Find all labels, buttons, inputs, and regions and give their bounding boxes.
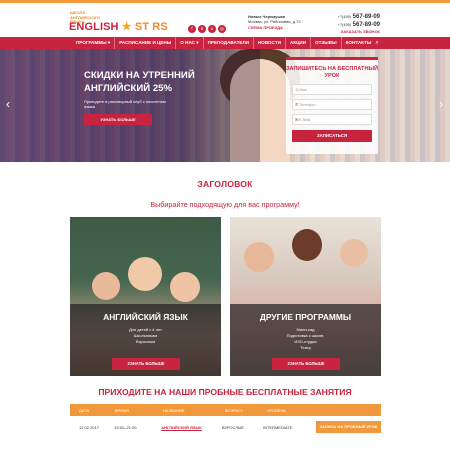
signup-submit-button[interactable]: ЗАПИСАТЬСЯ [292,130,372,142]
odnoklassniki-icon[interactable]: о [208,25,216,33]
programs-subheading: Выбирайте подходящую для вас программу! [150,200,300,209]
nav-item-programs[interactable]: ПРОГРАММЫ ▾ [72,37,116,49]
mail-icon: ✉ [295,117,299,122]
card-description: Мини-сад Подготовка к школе, ИЗО-студия … [286,327,325,350]
address-block: Новые Черемушки Москва, ул. Рябиновая, д… [248,14,301,30]
main-nav: ПРОГРАММЫ ▾ РАСПИСАНИЕ И ЦЕНЫ О НАС ▾ ПР… [0,37,450,49]
nav-item-promotions[interactable]: АКЦИИ [286,37,312,49]
hero-more-button[interactable]: УЗНАТЬ БОЛЬШЕ [84,114,152,125]
instagram-icon[interactable]: ◎ [218,25,226,33]
column-header: ВРЕМЯ [115,407,130,413]
route-scheme-link[interactable]: СХЕМА ПРОЕЗДА [248,25,301,30]
trial-schedule-table: ДАТА ВРЕМЯ НАЗВАНИЕ ВОЗРАСТ УРОВЕНЬ 12.0… [70,404,381,438]
vk-icon[interactable]: в [198,25,206,33]
child-photo [92,272,120,300]
child-photo [170,272,200,302]
trial-heading: ПРИХОДИТЕ НА НАШИ ПРОБНЫЕ БЕСПЛАТНЫЕ ЗАН… [98,387,352,397]
nav-item-reviews[interactable]: ОТЗЫВЫ [311,37,342,49]
user-icon: ☺ [295,87,300,92]
cell-time: 19:00–21:00 [114,424,137,430]
card-more-button[interactable]: УЗНАТЬ БОЛЬШЕ [272,358,340,370]
phone-icon: ✆ [295,102,299,107]
table-header: ДАТА ВРЕМЯ НАЗВАНИЕ ВОЗРАСТ УРОВЕНЬ [70,404,381,416]
trial-signup-button[interactable]: ЗАПИСЬ НА ПРОБНЫЙ УРОК [315,421,381,433]
signup-form-title: ЗАПИШИТЕСЬ НА БЕСПЛАТНЫЙ УРОК [286,66,378,79]
card-title: АНГЛИЙСКИЙ ЯЗЫК [103,312,188,322]
program-card-other[interactable]: ДРУГИЕ ПРОГРАММЫ Мини-сад Подготовка к ш… [230,217,381,376]
logo-stars: ST RS [134,21,168,33]
star-icon: ★ [121,21,132,33]
section-heading: ЗАГОЛОВОК [197,179,253,189]
column-header: ДАТА [79,407,90,413]
hero-banner: СКИДКИ НА УТРЕННИЙ АНГЛИЙСКИЙ 25% Приход… [0,49,450,162]
phone-1[interactable]: +7(495) 567-89-09 [338,13,380,21]
name-field[interactable]: ☺ Имя [292,84,372,95]
card-description: Для детей с 4 лет Школьникам Взрослым [129,327,162,344]
nav-item-news[interactable]: НОВОСТИ [254,37,286,49]
phone-field[interactable]: ✆ Телефон [292,99,372,110]
phone-2[interactable]: +7(495) 567-89-09 [338,21,380,29]
nav-item-schedule[interactable]: РАСПИСАНИЕ И ЦЕНЫ [115,37,177,49]
facebook-icon[interactable]: f [188,25,196,33]
nav-item-teachers[interactable]: ПРЕПОДАВАТЕЛИ [204,37,254,49]
phones-block: +7(495) 567-89-09 +7(495) 567-89-09 ЗАКА… [338,13,380,35]
child-photo [340,239,368,267]
cell-age: ВЗРОСЛЫЕ [221,424,245,430]
column-header: ВОЗРАСТ [225,407,244,413]
hero-title: СКИДКИ НА УТРЕННИЙ АНГЛИЙСКИЙ 25% [84,70,195,94]
search-icon[interactable]: ⌕ [375,40,378,47]
cell-course-link[interactable]: АНГЛИЙСКИЙ ЯЗЫК [152,425,213,430]
hero-subtitle: Приходите в разговорный клуб с носителем… [84,99,166,109]
logo[interactable]: ENGLISH ★ ST RS [69,20,168,33]
cell-level: INTERMEDIATE [262,424,293,430]
child-photo [244,242,274,272]
card-title: ДРУГИЕ ПРОГРАММЫ [259,312,352,322]
program-cards: АНГЛИЙСКИЙ ЯЗЫК Для детей с 4 лет Школьн… [0,217,450,383]
signup-form: ЗАПИШИТЕСЬ НА БЕСПЛАТНЫЙ УРОК ☺ Имя ✆ Теле… [286,57,378,154]
column-header: НАЗВАНИЕ [163,407,185,413]
email-field[interactable]: ✉ E-Mail [292,114,372,125]
callback-link[interactable]: ЗАКАЗАТЬ ЗВОНОК [338,29,380,35]
slider-prev-icon[interactable]: ‹ [6,97,10,111]
program-card-english[interactable]: АНГЛИЙСКИЙ ЯЗЫК Для детей с 4 лет Школьн… [70,217,221,376]
table-row: 12.02.2017 19:00–21:00 АНГЛИЙСКИЙ ЯЗЫК В… [70,416,381,438]
teacher-photo [292,229,322,261]
site-header: ШКОЛА АНГЛИЙСКОГО ЯЗЫКА ENGLISH ★ ST RS … [0,3,450,37]
cell-date: 12.02.2017 [79,424,100,430]
nav-item-about[interactable]: О НАС ▾ [176,37,204,49]
social-links: f в о ◎ [188,25,226,33]
card-more-button[interactable]: УЗНАТЬ БОЛЬШЕ [112,358,180,370]
logo-english: ENGLISH [69,21,119,33]
column-header: УРОВЕНЬ [267,407,287,413]
child-photo [128,257,162,291]
slider-next-icon[interactable]: › [439,97,443,111]
nav-item-contacts[interactable]: КОНТАКТЫ [342,37,376,49]
